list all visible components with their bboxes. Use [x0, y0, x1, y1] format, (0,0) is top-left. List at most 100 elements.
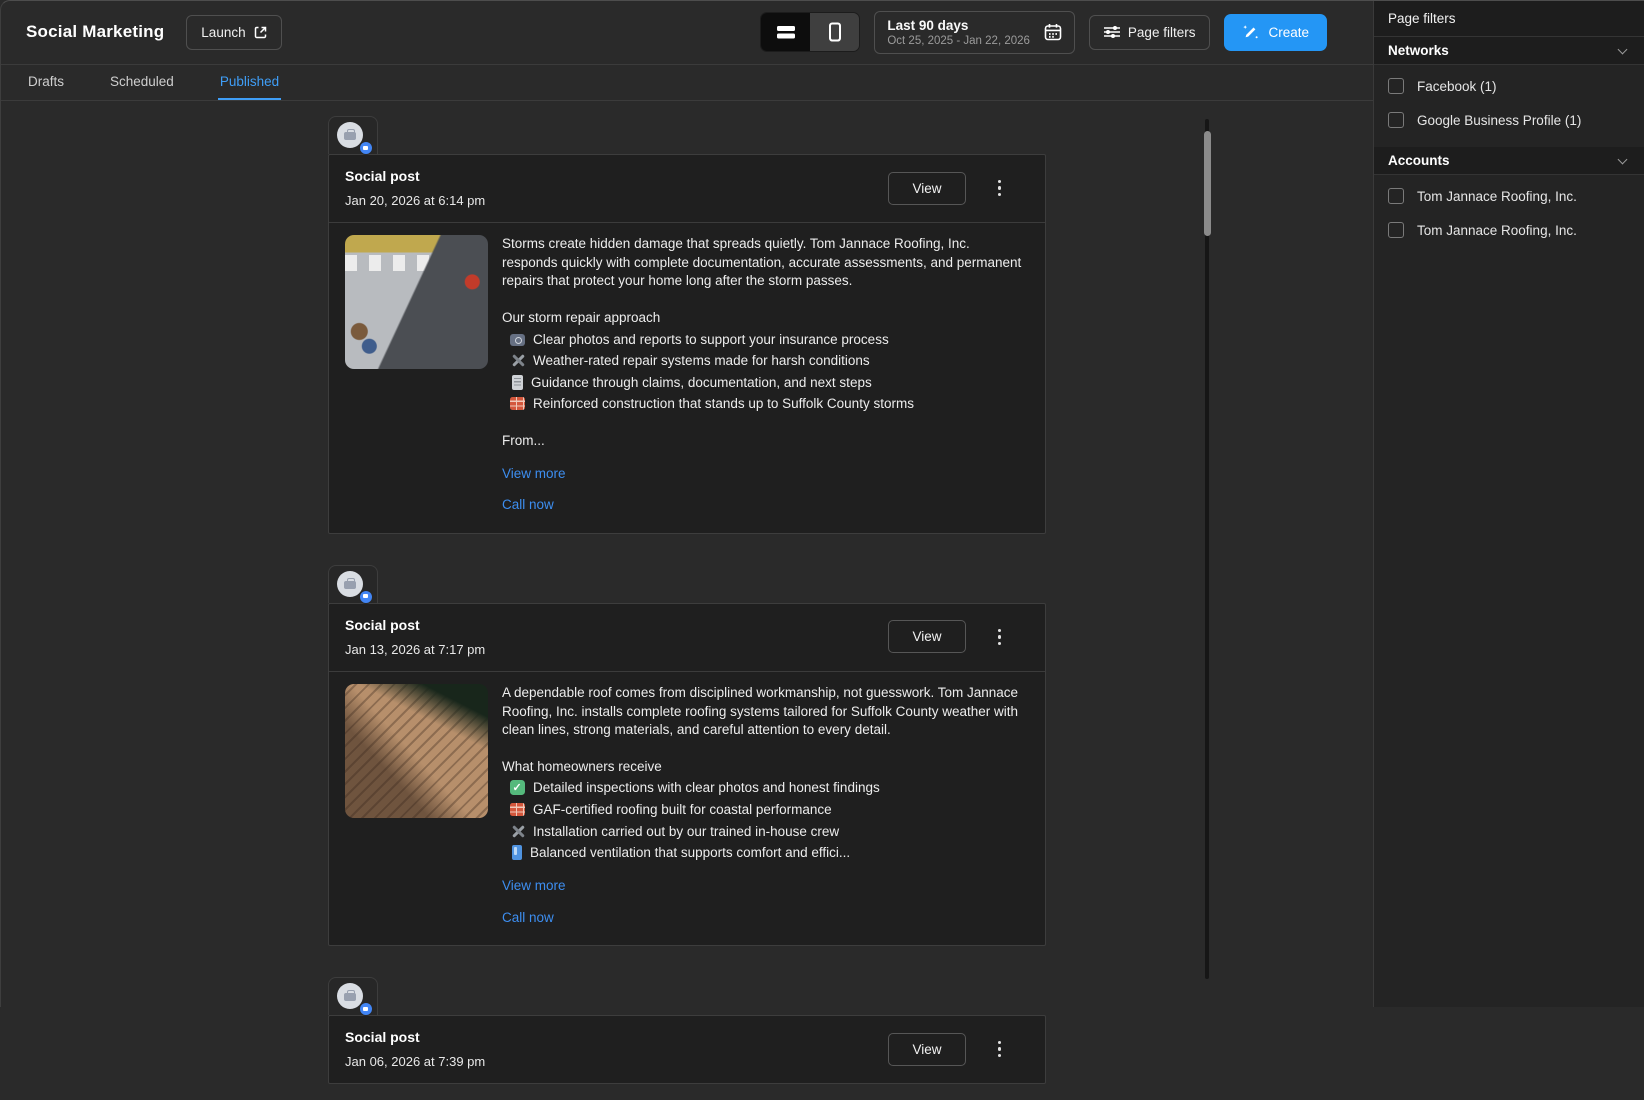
receipt-icon — [512, 375, 523, 390]
post-paragraph: Storms create hidden damage that spreads… — [502, 235, 1029, 291]
bullet-text: Detailed inspections with clear photos a… — [533, 779, 1029, 798]
feed-scrollbar-thumb[interactable] — [1204, 131, 1211, 236]
sidebar-section-label: Accounts — [1388, 153, 1619, 168]
view-more-link[interactable]: View more — [502, 465, 1029, 484]
date-range-label: Last 90 days — [887, 18, 1030, 33]
mobile-view-icon — [827, 22, 843, 42]
filter-label: Google Business Profile (1) — [1417, 113, 1581, 128]
post-body: Storms create hidden damage that spreads… — [329, 222, 1045, 533]
view-button[interactable]: View — [888, 620, 965, 653]
post-item: Social post Jan 06, 2026 at 7:39 pm View — [328, 977, 1046, 1100]
post-account-tile[interactable] — [328, 977, 378, 1015]
filter-label: Tom Jannace Roofing, Inc. — [1417, 223, 1577, 238]
bullet-text: Weather-rated repair systems made for ha… — [533, 352, 1029, 371]
sidebar-section-accounts[interactable]: Accounts — [1374, 147, 1644, 175]
kebab-menu-icon[interactable] — [992, 1037, 1008, 1062]
calendar-icon — [1044, 23, 1062, 41]
filter-row-tom-jannace-roofing-inc[interactable]: Tom Jannace Roofing, Inc. — [1374, 213, 1644, 247]
create-pencil-icon — [1242, 24, 1259, 41]
kebab-menu-icon[interactable] — [992, 625, 1008, 650]
view-button[interactable]: View — [888, 172, 965, 205]
call-now-link[interactable]: Call now — [502, 496, 1029, 515]
chevron-down-icon — [1618, 154, 1628, 164]
post-bullet: GAF-certified roofing built for coastal … — [502, 801, 1029, 820]
tab-scheduled[interactable]: Scheduled — [108, 65, 176, 100]
create-button[interactable]: Create — [1224, 14, 1327, 51]
page-filters-button-label: Page filters — [1128, 25, 1196, 40]
post-card: Social post Jan 20, 2026 at 6:14 pm View… — [328, 154, 1046, 534]
post-header: Social post Jan 20, 2026 at 6:14 pm View — [329, 155, 1045, 222]
bullet-text: Installation carried out by our trained … — [533, 823, 1029, 842]
tab-published[interactable]: Published — [218, 65, 281, 100]
page-filters-sidebar: Page filters Networks Facebook (1) Googl… — [1373, 0, 1644, 1007]
launch-button-label: Launch — [201, 25, 245, 40]
filter-checkbox[interactable] — [1388, 78, 1404, 94]
check-icon — [510, 780, 525, 795]
sidebar-section-label: Networks — [1388, 43, 1619, 58]
bullet-text: Reinforced construction that stands up t… — [533, 395, 1029, 414]
page-title: Social Marketing — [26, 22, 164, 42]
app-header: Social Marketing Launch — [0, 0, 1373, 65]
create-button-label: Create — [1268, 25, 1309, 40]
kebab-menu-icon[interactable] — [992, 176, 1008, 201]
post-type-label: Social post — [345, 1029, 888, 1045]
post-item: Social post Jan 20, 2026 at 6:14 pm View… — [328, 116, 1046, 550]
post-card: Social post Jan 06, 2026 at 7:39 pm View — [328, 1015, 1046, 1084]
post-text: A dependable roof comes from disciplined… — [502, 684, 1029, 927]
post-type-label: Social post — [345, 168, 888, 184]
filter-label: Tom Jannace Roofing, Inc. — [1417, 189, 1577, 204]
post-account-tile[interactable] — [328, 565, 378, 603]
post-bullets: Clear photos and reports to support your… — [502, 331, 1029, 415]
filter-label: Facebook (1) — [1417, 79, 1497, 94]
filter-checkbox[interactable] — [1388, 188, 1404, 204]
chevron-down-icon — [1618, 44, 1628, 54]
post-feed: Social post Jan 20, 2026 at 6:14 pm View… — [328, 101, 1046, 1100]
post-timestamp: Jan 20, 2026 at 6:14 pm — [345, 193, 888, 208]
sidebar-section-networks[interactable]: Networks — [1374, 37, 1644, 65]
tab-label: Published — [220, 74, 279, 89]
bullet-text: Clear photos and reports to support your… — [533, 331, 1029, 350]
tab-drafts[interactable]: Drafts — [26, 65, 66, 100]
tab-label: Scheduled — [110, 74, 174, 89]
mobile-view-toggle[interactable] — [810, 13, 859, 51]
sidebar-section-rows: Facebook (1) Google Business Profile (1) — [1374, 65, 1644, 147]
camera-icon — [510, 334, 525, 346]
filter-row-facebook-1[interactable]: Facebook (1) — [1374, 69, 1644, 103]
post-image — [345, 235, 488, 369]
post-timestamp: Jan 06, 2026 at 7:39 pm — [345, 1054, 888, 1069]
view-more-link[interactable]: View more — [502, 877, 1029, 896]
post-bullet: Detailed inspections with clear photos a… — [502, 779, 1029, 798]
network-badge-icon — [359, 1002, 373, 1016]
filter-row-google-business-profile-1[interactable]: Google Business Profile (1) — [1374, 103, 1644, 137]
post-links: View more Call now — [502, 465, 1029, 515]
post-bullet: Clear photos and reports to support your… — [502, 331, 1029, 350]
filter-row-tom-jannace-roofing-inc[interactable]: Tom Jannace Roofing, Inc. — [1374, 179, 1644, 213]
list-view-toggle[interactable] — [761, 13, 810, 51]
bullet-text: Guidance through claims, documentation, … — [531, 374, 1029, 393]
post-item: Social post Jan 13, 2026 at 7:17 pm View… — [328, 565, 1046, 962]
post-text: Storms create hidden damage that spreads… — [502, 235, 1029, 515]
feed-scrollbar-track[interactable] — [1205, 119, 1209, 979]
date-range-sublabel: Oct 25, 2025 - Jan 22, 2026 — [887, 35, 1030, 47]
filter-checkbox[interactable] — [1388, 112, 1404, 128]
view-button[interactable]: View — [888, 1033, 965, 1066]
post-bullet: Guidance through claims, documentation, … — [502, 374, 1029, 393]
date-range-button[interactable]: Last 90 days Oct 25, 2025 - Jan 22, 2026 — [874, 11, 1075, 54]
sliders-icon — [1104, 25, 1120, 39]
call-now-link[interactable]: Call now — [502, 909, 1029, 928]
main-area: Social Marketing Launch — [0, 0, 1373, 1007]
post-timestamp: Jan 13, 2026 at 7:17 pm — [345, 642, 888, 657]
tools-icon — [510, 353, 525, 368]
post-image — [345, 684, 488, 818]
sidebar-section-rows: Tom Jannace Roofing, Inc. Tom Jannace Ro… — [1374, 175, 1644, 257]
external-link-icon — [254, 26, 267, 39]
view-mode-toggle — [760, 12, 860, 52]
post-account-tile[interactable] — [328, 116, 378, 154]
filter-checkbox[interactable] — [1388, 222, 1404, 238]
page-filters-button[interactable]: Page filters — [1089, 15, 1211, 50]
launch-button[interactable]: Launch — [186, 15, 281, 50]
post-trailing-text: From... — [502, 432, 1029, 451]
post-bullet: Reinforced construction that stands up t… — [502, 395, 1029, 414]
brick-icon — [510, 397, 525, 410]
header-controls: Last 90 days Oct 25, 2025 - Jan 22, 2026 — [760, 11, 1327, 54]
